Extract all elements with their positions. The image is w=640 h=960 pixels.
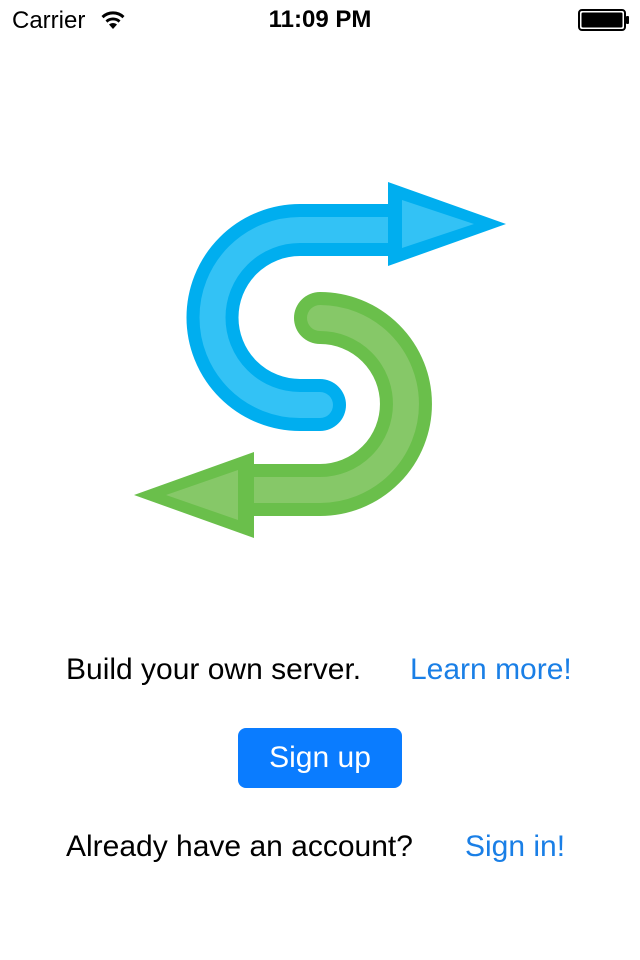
account-question-text: Already have an account? <box>66 830 413 863</box>
clock-time: 11:09 PM <box>268 6 372 33</box>
sign-in-link[interactable]: Sign in! <box>465 829 565 865</box>
tagline-text: Build your own server. <box>66 653 362 686</box>
blue-arrow-icon <box>186 182 506 431</box>
battery-icon <box>578 9 629 31</box>
green-arrow-icon <box>134 292 432 538</box>
signup-button[interactable]: Sign up <box>238 728 402 788</box>
learn-more-link[interactable]: Learn more! <box>410 652 572 688</box>
s-arrows-logo <box>134 182 506 538</box>
status-bar: Carrier 11:09 PM <box>0 0 640 40</box>
